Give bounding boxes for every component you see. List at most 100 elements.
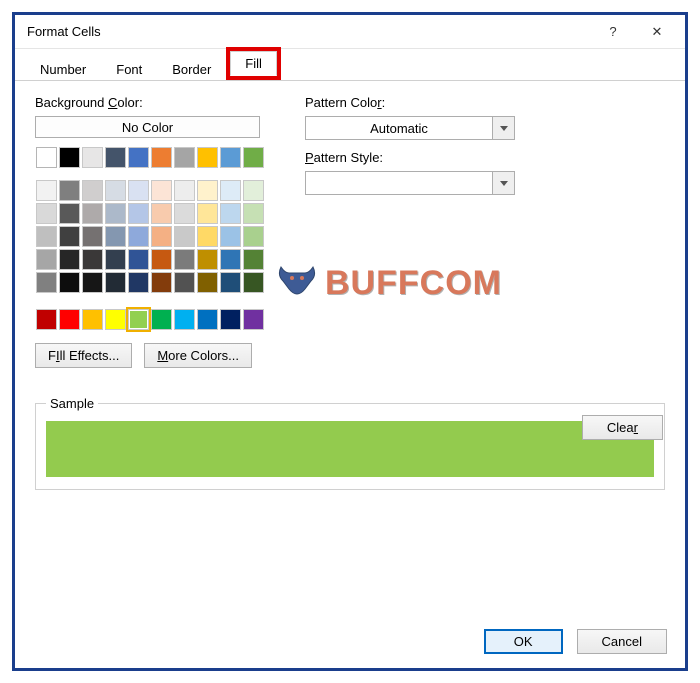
color-swatch[interactable] xyxy=(220,226,241,247)
help-button[interactable]: ? xyxy=(591,17,635,47)
pattern-section: Pattern Color: Automatic Pattern Style: xyxy=(305,91,515,368)
color-swatch[interactable] xyxy=(151,203,172,224)
color-swatch[interactable] xyxy=(82,309,103,330)
color-swatch[interactable] xyxy=(105,180,126,201)
color-swatch[interactable] xyxy=(174,272,195,293)
color-swatch[interactable] xyxy=(82,226,103,247)
color-swatch[interactable] xyxy=(197,226,218,247)
color-swatch[interactable] xyxy=(220,309,241,330)
pattern-color-dropdown-button[interactable] xyxy=(492,117,514,139)
color-swatch[interactable] xyxy=(36,309,57,330)
color-swatch[interactable] xyxy=(36,226,57,247)
color-swatch[interactable] xyxy=(128,203,149,224)
ok-button[interactable]: OK xyxy=(484,629,563,654)
color-swatch[interactable] xyxy=(36,249,57,270)
color-swatch[interactable] xyxy=(128,147,149,168)
sample-label: Sample xyxy=(46,396,98,411)
color-swatch[interactable] xyxy=(151,309,172,330)
color-swatch[interactable] xyxy=(59,226,80,247)
color-swatch[interactable] xyxy=(197,203,218,224)
color-swatch[interactable] xyxy=(128,249,149,270)
color-swatch[interactable] xyxy=(243,272,264,293)
sample-preview xyxy=(46,421,654,477)
color-swatch[interactable] xyxy=(220,249,241,270)
color-swatch[interactable] xyxy=(243,180,264,201)
cancel-button[interactable]: Cancel xyxy=(577,629,667,654)
color-swatch[interactable] xyxy=(105,309,126,330)
color-swatch[interactable] xyxy=(174,249,195,270)
tab-font[interactable]: Font xyxy=(101,57,157,81)
color-swatch[interactable] xyxy=(36,272,57,293)
chevron-down-icon xyxy=(500,181,508,186)
color-swatch[interactable] xyxy=(105,272,126,293)
pattern-style-dropdown[interactable] xyxy=(305,171,515,195)
color-swatch[interactable] xyxy=(174,203,195,224)
color-swatch[interactable] xyxy=(197,180,218,201)
color-swatch[interactable] xyxy=(197,272,218,293)
color-swatch[interactable] xyxy=(105,249,126,270)
no-color-button[interactable]: No Color xyxy=(35,116,260,138)
color-swatch[interactable] xyxy=(82,180,103,201)
color-swatch[interactable] xyxy=(243,309,264,330)
color-swatch[interactable] xyxy=(105,147,126,168)
color-swatch[interactable] xyxy=(174,309,195,330)
pattern-color-value: Automatic xyxy=(306,121,492,136)
color-swatch[interactable] xyxy=(197,309,218,330)
sample-group: Sample xyxy=(35,396,665,490)
color-swatch[interactable] xyxy=(243,226,264,247)
color-swatch[interactable] xyxy=(174,180,195,201)
color-swatch[interactable] xyxy=(151,180,172,201)
color-swatch[interactable] xyxy=(59,203,80,224)
tab-strip: Number Font Border Fill xyxy=(15,49,685,81)
color-swatch[interactable] xyxy=(197,147,218,168)
color-swatch[interactable] xyxy=(105,203,126,224)
close-button[interactable]: ✕ xyxy=(635,17,679,47)
color-swatch[interactable] xyxy=(220,272,241,293)
color-swatch[interactable] xyxy=(59,309,80,330)
title-bar: Format Cells ? ✕ xyxy=(15,15,685,49)
standard-colors-row xyxy=(35,308,265,331)
color-swatch[interactable] xyxy=(128,272,149,293)
color-swatch[interactable] xyxy=(128,226,149,247)
color-swatch[interactable] xyxy=(151,272,172,293)
color-swatch[interactable] xyxy=(151,147,172,168)
theme-colors-tints xyxy=(35,179,265,294)
color-swatch[interactable] xyxy=(36,203,57,224)
color-swatch[interactable] xyxy=(59,180,80,201)
tab-number[interactable]: Number xyxy=(25,57,101,81)
pattern-color-label: Pattern Color: xyxy=(305,95,515,110)
pattern-color-dropdown[interactable]: Automatic xyxy=(305,116,515,140)
fill-effects-button[interactable]: FIll Effects... xyxy=(35,343,132,368)
color-swatch[interactable] xyxy=(220,203,241,224)
color-swatch[interactable] xyxy=(59,272,80,293)
color-swatch[interactable] xyxy=(82,249,103,270)
color-swatch[interactable] xyxy=(174,226,195,247)
color-swatch[interactable] xyxy=(220,147,241,168)
color-swatch[interactable] xyxy=(36,180,57,201)
color-swatch[interactable] xyxy=(151,226,172,247)
color-swatch[interactable] xyxy=(243,147,264,168)
pattern-style-dropdown-button[interactable] xyxy=(492,172,514,194)
color-swatch[interactable] xyxy=(59,147,80,168)
color-swatch[interactable] xyxy=(128,180,149,201)
tab-border[interactable]: Border xyxy=(157,57,226,81)
more-colors-button[interactable]: More Colors... xyxy=(144,343,252,368)
clear-button[interactable]: Clear xyxy=(582,415,663,440)
color-swatch[interactable] xyxy=(59,249,80,270)
color-swatch[interactable] xyxy=(128,309,149,330)
color-swatch[interactable] xyxy=(82,272,103,293)
color-swatch[interactable] xyxy=(151,249,172,270)
tab-fill[interactable]: Fill xyxy=(230,51,277,76)
theme-colors-row-main xyxy=(35,146,265,169)
color-swatch[interactable] xyxy=(197,249,218,270)
color-swatch[interactable] xyxy=(82,147,103,168)
color-swatch[interactable] xyxy=(36,147,57,168)
color-swatch[interactable] xyxy=(243,249,264,270)
color-swatch[interactable] xyxy=(243,203,264,224)
dialog-title: Format Cells xyxy=(27,24,101,39)
dialog-footer: OK Cancel xyxy=(484,629,667,654)
color-swatch[interactable] xyxy=(105,226,126,247)
color-swatch[interactable] xyxy=(174,147,195,168)
color-swatch[interactable] xyxy=(220,180,241,201)
color-swatch[interactable] xyxy=(82,203,103,224)
